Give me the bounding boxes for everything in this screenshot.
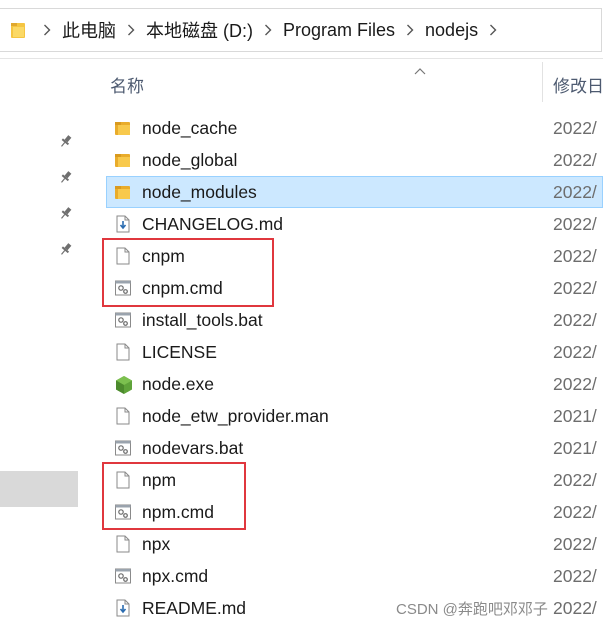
file-name: LICENSE	[142, 342, 217, 362]
folder-icon	[114, 119, 132, 137]
blank-file-icon	[114, 343, 132, 361]
column-divider[interactable]	[542, 62, 543, 102]
breadcrumb-item-this-pc[interactable]: 此电脑	[60, 17, 118, 43]
file-name: node_modules	[142, 182, 257, 202]
blank-file-icon	[114, 535, 132, 553]
file-date: 2022/	[553, 566, 597, 586]
file-name: nodevars.bat	[142, 438, 244, 458]
file-name: install_tools.bat	[142, 310, 263, 330]
file-date: 2022/	[553, 118, 597, 138]
batch-file-icon	[114, 567, 132, 585]
node-exe-icon	[114, 375, 132, 394]
address-box[interactable]: 此电脑 本地磁盘 (D:) Program Files nodejs	[0, 8, 602, 52]
file-date: 2021/	[553, 406, 597, 426]
file-row[interactable]: LICENSE 2022/	[106, 336, 603, 368]
breadcrumb-item-local-disk[interactable]: 本地磁盘 (D:)	[144, 17, 255, 43]
file-row[interactable]: node_etw_provider.man 2021/	[106, 400, 603, 432]
chevron-right-icon[interactable]	[261, 24, 275, 36]
column-date-header[interactable]: 修改日	[553, 72, 603, 97]
folder-icon	[114, 151, 132, 169]
pin-icon[interactable]	[58, 169, 74, 185]
file-name: node_cache	[142, 118, 238, 138]
file-name: npx.cmd	[142, 566, 209, 586]
batch-file-icon	[114, 311, 132, 329]
file-row[interactable]: node_modules 2022/	[106, 176, 603, 208]
file-date: 2022/	[553, 470, 597, 490]
file-date: 2021/	[553, 438, 597, 458]
markdown-file-icon	[114, 599, 132, 617]
chevron-right-icon[interactable]	[403, 24, 417, 36]
file-date: 2022/	[553, 278, 597, 298]
folder-icon	[114, 183, 132, 201]
file-name: README.md	[142, 598, 247, 618]
batch-file-icon	[114, 439, 132, 457]
column-name-header[interactable]: 名称	[110, 72, 144, 97]
file-date: 2022/	[553, 214, 597, 234]
breadcrumb-item-program-files[interactable]: Program Files	[281, 20, 397, 41]
address-bar: 此电脑 本地磁盘 (D:) Program Files nodejs	[0, 0, 603, 59]
pin-icon[interactable]	[58, 241, 74, 257]
file-row[interactable]: node_global 2022/	[106, 144, 603, 176]
nav-item-selected[interactable]	[0, 471, 78, 507]
file-date: 2022/	[553, 246, 597, 266]
highlight-box-npm	[102, 462, 246, 530]
file-date: 2022/	[553, 598, 597, 618]
breadcrumb-item-nodejs[interactable]: nodejs	[423, 20, 480, 41]
file-date: 2022/	[553, 182, 597, 202]
file-name: node_global	[142, 150, 238, 170]
sort-ascending-icon	[414, 62, 426, 75]
file-list: node_cache 2022/ node_global 2022/ node_mo…	[106, 112, 603, 624]
file-row[interactable]: node_cache 2022/	[106, 112, 603, 144]
file-date: 2022/	[553, 534, 597, 554]
file-row[interactable]: npx.cmd 2022/	[106, 560, 603, 592]
file-row[interactable]: install_tools.bat 2022/	[106, 304, 603, 336]
file-date: 2022/	[553, 374, 597, 394]
file-row[interactable]: nodevars.bat 2021/	[106, 432, 603, 464]
file-row[interactable]: npx 2022/	[106, 528, 603, 560]
chevron-right-icon[interactable]	[124, 24, 138, 36]
file-date: 2022/	[553, 150, 597, 170]
file-date: 2022/	[553, 502, 597, 522]
file-name: CHANGELOG.md	[142, 214, 283, 234]
pin-icon[interactable]	[58, 205, 74, 221]
column-header: 名称 修改日	[96, 62, 603, 102]
file-name: node.exe	[142, 374, 215, 394]
chevron-right-icon[interactable]	[40, 24, 54, 36]
markdown-file-icon	[114, 215, 132, 233]
file-row[interactable]: CHANGELOG.md 2022/	[106, 208, 603, 240]
file-row[interactable]: node.exe 2022/	[106, 368, 603, 400]
folder-icon	[10, 21, 26, 38]
chevron-right-icon[interactable]	[486, 24, 500, 36]
file-date: 2022/	[553, 342, 597, 362]
file-name: node_etw_provider.man	[142, 406, 329, 426]
blank-file-icon	[114, 407, 132, 425]
watermark: CSDN @奔跑吧邓邓子	[396, 601, 548, 618]
file-name: npx	[142, 534, 171, 554]
breadcrumb: 此电脑 本地磁盘 (D:) Program Files nodejs	[34, 9, 506, 51]
file-date: 2022/	[553, 310, 597, 330]
navigation-pane	[0, 62, 86, 629]
highlight-box-cnpm	[102, 238, 274, 307]
pin-icon[interactable]	[58, 133, 74, 149]
